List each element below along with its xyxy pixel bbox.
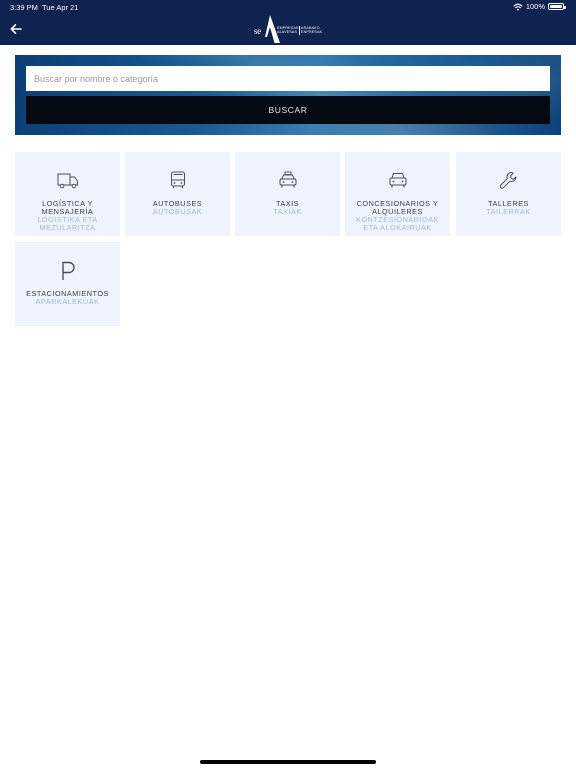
truck-icon	[57, 173, 78, 189]
category-title-text: LOGÍSTICA Y MENSAJERÍA	[41, 199, 94, 216]
battery-icon	[548, 3, 566, 10]
category-title: LOGÍSTICA Y MENSAJERÍA LOGISTIKA ETA MEZ…	[19, 200, 116, 232]
battery-percent: 100%	[525, 2, 545, 11]
category-title: ESTACIONAMIENTOS APARKALEKUAK	[19, 290, 116, 306]
category-subtitle: LOGISTIKA ETA MEZULARITZA	[37, 215, 98, 232]
logo-tagline-es: EMPRESAS ALAVESAS	[277, 26, 299, 34]
category-title-text: CONCESIONARIOS Y ALQUILERES	[356, 199, 439, 216]
category-title: CONCESIONARIOS Y ALQUILERES KONTZESIONAR…	[349, 200, 446, 232]
sea-logo: se EMPRESAS ALAVESAS ARABAKO ENPRESAK	[250, 15, 326, 43]
status-bar: 3:39 PM Tue Apr 21 100%	[0, 0, 576, 14]
category-tile-talleres[interactable]: TALLERES TAILERRAK	[456, 152, 561, 236]
status-date: Tue Apr 21	[42, 3, 79, 12]
category-tile-estacionamientos[interactable]: ESTACIONAMIENTOS APARKALEKUAK	[15, 242, 120, 326]
category-subtitle: AUTOBUSAK	[152, 207, 203, 216]
status-right: 100%	[513, 2, 566, 11]
logo-line2-left: ALAVESAS	[277, 30, 298, 35]
search-button[interactable]: BUSCAR	[26, 96, 550, 124]
category-subtitle: TAXIAK	[273, 207, 302, 216]
wifi-icon	[513, 3, 523, 10]
category-subtitle: KONTZESIONARIOAK ETA ALOKAIRUAK	[355, 215, 439, 232]
wrench-icon	[499, 172, 516, 189]
search-banner: BUSCAR	[15, 55, 561, 135]
logo-line2-right: ENPRESAK	[301, 30, 323, 35]
category-tile-concesionarios[interactable]: CONCESIONARIOS Y ALQUILERES KONTZESIONAR…	[345, 152, 450, 236]
taxi-icon	[279, 171, 296, 188]
car-icon	[389, 173, 406, 188]
category-tile-taxis[interactable]: TAXIS TAXIAK	[235, 152, 340, 236]
logo-mark-text: se	[254, 26, 261, 36]
category-title: TALLERES TAILERRAK	[460, 200, 557, 216]
parking-icon	[61, 261, 75, 280]
category-tile-autobuses[interactable]: AUTOBUSES AUTOBUSAK	[125, 152, 230, 236]
category-title: AUTOBUSES AUTOBUSAK	[129, 200, 226, 216]
status-time: 3:39 PM	[10, 3, 38, 12]
category-title: TAXIS TAXIAK	[239, 200, 336, 216]
logo-tagline-eu: ARABAKO ENPRESAK	[301, 26, 322, 34]
app-header: 3:39 PM Tue Apr 21 100% se EMPRESAS ALAV…	[0, 0, 576, 45]
category-subtitle: APARKALEKUAK	[35, 297, 100, 306]
logo-divider	[299, 26, 300, 35]
back-button[interactable]	[6, 19, 26, 39]
category-tile-logistica[interactable]: LOGÍSTICA Y MENSAJERÍA LOGISTIKA ETA MEZ…	[15, 152, 120, 236]
category-subtitle: TAILERRAK	[486, 207, 531, 216]
home-indicator[interactable]	[200, 760, 376, 764]
arrow-left-icon	[10, 24, 22, 34]
screen: 3:39 PM Tue Apr 21 100% se EMPRESAS ALAV…	[0, 0, 576, 768]
bus-icon	[170, 171, 185, 188]
search-input[interactable]	[26, 66, 550, 91]
